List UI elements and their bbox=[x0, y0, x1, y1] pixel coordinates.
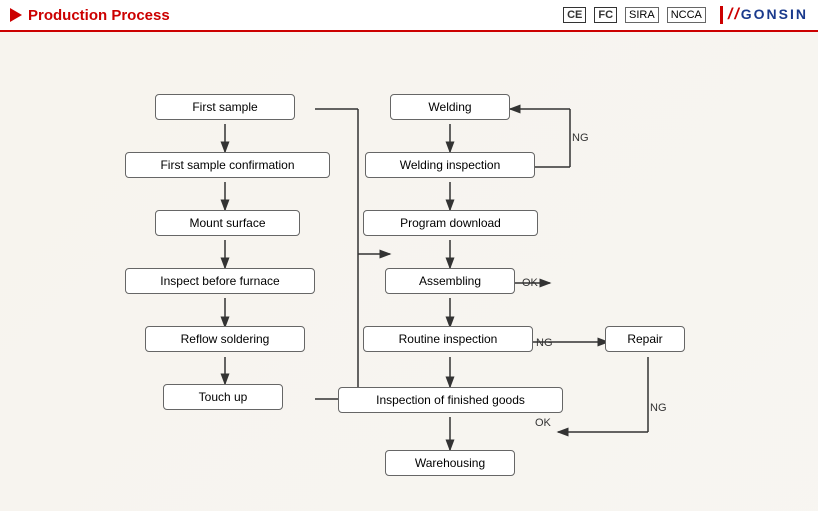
assembling-box: Assembling bbox=[385, 268, 515, 294]
play-icon bbox=[10, 8, 22, 22]
ng3-label: NG bbox=[650, 402, 667, 414]
touch-up-box: Touch up bbox=[163, 384, 283, 410]
program-download-box: Program download bbox=[363, 210, 538, 236]
header-right: CE FC SIRA NCCA //GONSIN bbox=[563, 6, 808, 24]
fc-cert: FC bbox=[594, 7, 617, 23]
ng1-label: NG bbox=[572, 132, 589, 144]
main-content: First sample First sample confirmation M… bbox=[0, 32, 818, 511]
logo: //GONSIN bbox=[720, 6, 808, 24]
ng2-label: NG bbox=[536, 337, 553, 349]
welding-box: Welding bbox=[390, 94, 510, 120]
inspect-before-furnace-box: Inspect before furnace bbox=[125, 268, 315, 294]
mount-surface-box: Mount surface bbox=[155, 210, 300, 236]
ncca-cert: NCCA bbox=[667, 7, 706, 23]
reflow-soldering-box: Reflow soldering bbox=[145, 326, 305, 352]
ok2-label: OK bbox=[535, 417, 551, 429]
repair-box: Repair bbox=[605, 326, 685, 352]
warehousing-box: Warehousing bbox=[385, 450, 515, 476]
sira-cert: SIRA bbox=[625, 7, 659, 23]
header-left: Production Process bbox=[10, 7, 170, 24]
inspection-finished-box: Inspection of finished goods bbox=[338, 387, 563, 413]
header: Production Process CE FC SIRA NCCA //GON… bbox=[0, 0, 818, 32]
ok1-label: OK bbox=[522, 277, 538, 289]
ce-cert: CE bbox=[563, 7, 586, 23]
page-title: Production Process bbox=[28, 7, 170, 24]
first-sample-confirm-box: First sample confirmation bbox=[125, 152, 330, 178]
first-sample-box: First sample bbox=[155, 94, 295, 120]
routine-inspection-box: Routine inspection bbox=[363, 326, 533, 352]
welding-inspection-box: Welding inspection bbox=[365, 152, 535, 178]
